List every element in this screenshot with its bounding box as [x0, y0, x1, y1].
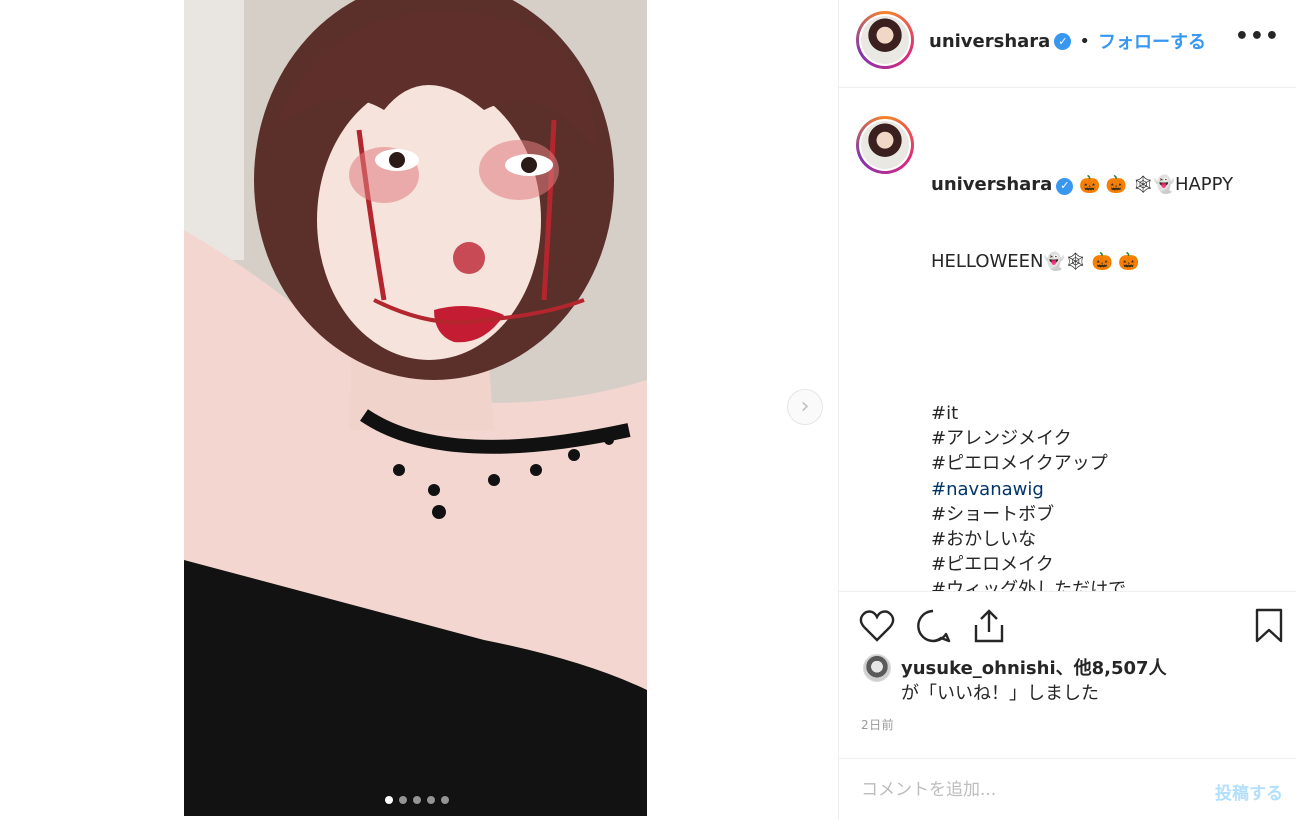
action-section: yusuke_ohnishi、他8,507人 が「いいね！」しました 2日前 投… — [839, 591, 1296, 820]
post-header: univershara ✓ • フォローする ••• — [839, 0, 1296, 88]
comment-input[interactable] — [861, 777, 1191, 803]
bookmark-icon[interactable] — [1249, 606, 1289, 646]
liker-username[interactable]: yusuke_ohnishi — [901, 658, 1056, 679]
post-photo-illustration — [184, 0, 647, 816]
caption-text: univershara ✓ 🎃 🎃 🕸👻HAPPY HELLOWEEN👻🕸 🎃 🎃… — [931, 122, 1266, 591]
verified-badge-icon: ✓ — [1056, 177, 1074, 195]
carousel-dot — [427, 796, 435, 804]
caption-avatar[interactable] — [856, 116, 914, 174]
hashtag-link[interactable]: #おかしいな — [931, 527, 1266, 552]
hashtag-link[interactable]: #ピエロメイクアップ — [931, 451, 1266, 476]
heart-icon[interactable] — [857, 606, 897, 646]
caption-emojis: 👻🕸 🎃 🎃 — [1043, 252, 1140, 273]
caption-line1: HAPPY — [1174, 174, 1234, 196]
follow-button[interactable]: フォローする — [1098, 28, 1206, 54]
hashtag-link[interactable]: #navanawig — [931, 477, 1266, 502]
post-comment-button[interactable]: 投稿する — [1215, 779, 1283, 804]
caption-username[interactable]: univershara — [931, 174, 1052, 195]
likes-summary[interactable]: yusuke_ohnishi、他8,507人 が「いいね！」しました — [901, 656, 1167, 706]
hashtag-link[interactable]: #ウィッグ外しただけで — [931, 577, 1266, 591]
carousel-next-button[interactable]: › — [787, 389, 823, 425]
carousel-dot — [385, 796, 393, 804]
hashtag-link[interactable]: #ピエロメイク — [931, 552, 1266, 577]
hashtag-link[interactable]: #ショートボブ — [931, 502, 1266, 527]
verified-badge-icon: ✓ — [1054, 32, 1072, 50]
author-avatar[interactable] — [856, 11, 914, 69]
comment-form: 投稿する — [839, 758, 1296, 820]
hashtag-list: #it #アレンジメイク #ピエロメイクアップ #navanawig #ショートボブ #お… — [931, 401, 1266, 591]
post-photo[interactable] — [184, 0, 647, 816]
caption-emojis: 🎃 🎃 🕸👻 — [1079, 175, 1175, 196]
share-icon[interactable] — [969, 606, 1009, 646]
more-options-icon[interactable]: ••• — [1235, 26, 1280, 48]
likes-count[interactable]: 、他8,507人 — [1056, 658, 1167, 679]
carousel-dot — [441, 796, 449, 804]
separator-bullet: • — [1079, 30, 1090, 52]
carousel-dot — [399, 796, 407, 804]
caption-line2: HELLOWEEN — [931, 251, 1044, 273]
author-username[interactable]: univershara — [929, 31, 1050, 52]
carousel-indicator — [385, 796, 449, 804]
comment-icon[interactable] — [913, 606, 953, 646]
post-side-panel: univershara ✓ • フォローする ••• univershara ✓ … — [838, 0, 1296, 820]
hashtag-link[interactable]: #it — [931, 401, 1266, 426]
media-area: › — [0, 0, 838, 820]
caption-section[interactable]: univershara ✓ 🎃 🎃 🕸👻HAPPY HELLOWEEN👻🕸 🎃 🎃… — [839, 89, 1296, 591]
hashtag-link[interactable]: #アレンジメイク — [931, 426, 1266, 451]
liker-avatar[interactable] — [863, 654, 891, 682]
carousel-dot — [413, 796, 421, 804]
post-timestamp[interactable]: 2日前 — [861, 716, 894, 733]
likes-suffix: が「いいね！」しました — [901, 683, 1099, 704]
chevron-right-icon: › — [800, 394, 810, 419]
